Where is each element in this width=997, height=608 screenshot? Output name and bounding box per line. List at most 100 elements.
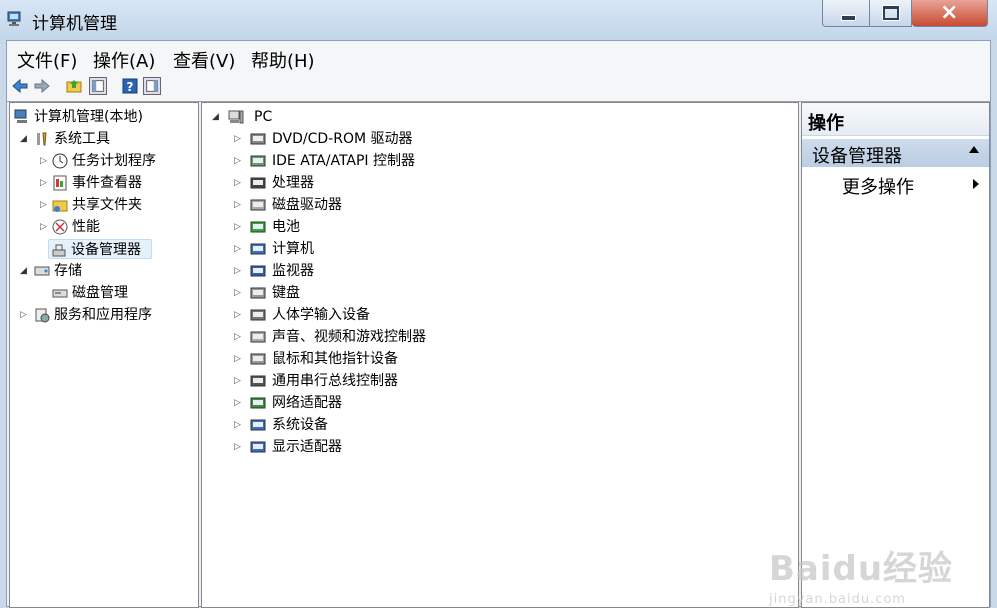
tree-item-device-manager[interactable]: 设备管理器 <box>48 239 152 259</box>
actions-pane: 操作 设备管理器 更多操作 <box>801 102 990 608</box>
expanded-arrow-icon[interactable]: ◢ <box>212 112 222 122</box>
window-title: 计算机管理 <box>32 14 117 34</box>
device-category-row[interactable]: ▷ 网络适配器 <box>226 393 546 413</box>
tree-item-system-tools[interactable]: ◢ 系统工具 <box>12 129 192 149</box>
collapsed-arrow-icon[interactable]: ▷ <box>40 222 50 232</box>
device-category-label: 通用串行总线控制器 <box>272 373 398 389</box>
collapsed-arrow-icon[interactable]: ▷ <box>234 442 244 452</box>
keyboard-icon <box>250 287 266 299</box>
show-hide-tree-icon[interactable] <box>89 77 107 95</box>
menu-view[interactable]: 查看(V) <box>173 47 235 73</box>
back-arrow-icon[interactable] <box>11 77 29 95</box>
collapsed-arrow-icon[interactable]: ▷ <box>234 200 244 210</box>
computer-management-icon <box>14 109 27 123</box>
collapsed-arrow-icon[interactable]: ▷ <box>234 156 244 166</box>
device-category-row[interactable]: ▷ 处理器 <box>226 173 546 193</box>
device-manager-icon <box>52 244 66 257</box>
device-category-row[interactable]: ▷ 计算机 <box>226 239 546 259</box>
minimize-button[interactable] <box>822 0 870 27</box>
device-category-row[interactable]: ▷ 通用串行总线控制器 <box>226 371 546 391</box>
tree-item-performance[interactable]: ▷ 性能 <box>12 217 192 237</box>
console-tree: 计算机管理(本地) ◢ 系统工具 ▷ 任务计划程序 ▷ 事件查看器 ▷ 共享文件… <box>9 102 199 608</box>
collapsed-arrow-icon[interactable]: ▷ <box>234 244 244 254</box>
more-actions-item[interactable]: 更多操作 <box>842 173 914 199</box>
watermark-url: jingyan.baidu.com <box>769 592 906 607</box>
hid-icon <box>250 309 266 321</box>
device-category-row[interactable]: ▷ 鼠标和其他指针设备 <box>226 349 546 369</box>
tree-root[interactable]: 计算机管理(本地) <box>12 107 192 127</box>
up-folder-icon[interactable] <box>65 77 83 95</box>
submenu-arrow-icon[interactable] <box>973 179 979 189</box>
clock-icon <box>52 153 68 169</box>
network-adapter-icon <box>250 397 266 409</box>
collapsed-arrow-icon[interactable]: ▷ <box>234 266 244 276</box>
help-icon[interactable]: ? <box>121 77 139 95</box>
processor-icon <box>250 177 266 189</box>
forward-arrow-icon[interactable] <box>33 77 51 95</box>
battery-icon <box>250 221 266 233</box>
title-bar: 计算机管理 × <box>0 0 997 40</box>
device-root-pc[interactable]: ◢ PC <box>208 107 508 127</box>
collapsed-arrow-icon[interactable]: ▷ <box>234 310 244 320</box>
device-category-label: 键盘 <box>272 285 300 301</box>
collapsed-arrow-icon[interactable]: ▷ <box>40 178 50 188</box>
device-category-row[interactable]: ▷ 键盘 <box>226 283 546 303</box>
services-icon <box>35 308 50 323</box>
tree-item-label: 性能 <box>72 219 100 235</box>
device-category-row[interactable]: ▷ 磁盘驱动器 <box>226 195 546 215</box>
device-category-row[interactable]: ▷ IDE ATA/ATAPI 控制器 <box>226 151 546 171</box>
device-category-label: 计算机 <box>272 241 314 257</box>
actions-header: 操作 <box>802 103 989 136</box>
tree-item-label: 系统工具 <box>54 131 110 147</box>
collapsed-arrow-icon[interactable]: ▷ <box>234 332 244 342</box>
actions-title: 操作 <box>808 113 844 134</box>
collapsed-arrow-icon[interactable]: ▷ <box>234 420 244 430</box>
collapsed-arrow-icon[interactable]: ▷ <box>234 398 244 408</box>
tree-item-label: 共享文件夹 <box>72 197 142 213</box>
event-viewer-icon <box>53 175 67 191</box>
collapse-caret-icon[interactable] <box>969 146 979 153</box>
collapsed-arrow-icon[interactable]: ▷ <box>234 222 244 232</box>
collapsed-arrow-icon[interactable]: ▷ <box>234 288 244 298</box>
tree-item-label: 存储 <box>54 263 82 279</box>
device-category-row[interactable]: ▷ DVD/CD-ROM 驱动器 <box>226 129 546 149</box>
collapsed-arrow-icon[interactable]: ▷ <box>40 156 50 166</box>
device-category-row[interactable]: ▷ 电池 <box>226 217 546 237</box>
device-category-label: 声音、视频和游戏控制器 <box>272 329 426 345</box>
device-category-row[interactable]: ▷ 监视器 <box>226 261 546 281</box>
tree-item-services-apps[interactable]: ▷ 服务和应用程序 <box>12 305 192 325</box>
menu-action[interactable]: 操作(A) <box>93 47 155 73</box>
actions-section-device-manager[interactable]: 设备管理器 <box>802 139 989 167</box>
menu-help[interactable]: 帮助(H) <box>251 47 315 73</box>
close-button[interactable]: × <box>912 0 988 27</box>
maximize-button[interactable] <box>870 0 912 27</box>
collapsed-arrow-icon[interactable]: ▷ <box>234 354 244 364</box>
sound-icon <box>250 331 266 343</box>
monitor-icon <box>250 265 266 277</box>
device-category-label: 鼠标和其他指针设备 <box>272 351 398 367</box>
watermark: Baidu经验 jingyan.baidu.com <box>769 541 953 607</box>
collapsed-arrow-icon[interactable]: ▷ <box>234 134 244 144</box>
collapsed-arrow-icon[interactable]: ▷ <box>234 376 244 386</box>
device-tree: ◢ PC ▷ DVD/CD-ROM 驱动器 ▷ IDE ATA/ATAPI 控制器 ▷ 处… <box>201 102 799 608</box>
device-category-row[interactable]: ▷ 系统设备 <box>226 415 546 435</box>
disk-management-icon <box>52 289 68 298</box>
device-category-label: IDE ATA/ATAPI 控制器 <box>272 153 416 169</box>
tree-item-disk-management[interactable]: 磁盘管理 <box>12 283 192 303</box>
tree-item-storage[interactable]: ◢ 存储 <box>12 261 192 281</box>
show-hide-action-pane-icon[interactable] <box>143 77 161 95</box>
collapsed-arrow-icon[interactable]: ▷ <box>234 178 244 188</box>
device-root-label: PC <box>254 109 273 125</box>
collapsed-arrow-icon[interactable]: ▷ <box>20 310 30 320</box>
collapsed-arrow-icon[interactable]: ▷ <box>40 200 50 210</box>
device-category-row[interactable]: ▷ 人体学输入设备 <box>226 305 546 325</box>
expanded-arrow-icon[interactable]: ◢ <box>20 134 30 144</box>
shared-folder-icon <box>52 200 68 212</box>
tree-item-task-scheduler[interactable]: ▷ 任务计划程序 <box>12 151 192 171</box>
menu-file[interactable]: 文件(F) <box>17 47 77 73</box>
device-category-row[interactable]: ▷ 声音、视频和游戏控制器 <box>226 327 546 347</box>
tree-item-shared-folders[interactable]: ▷ 共享文件夹 <box>12 195 192 215</box>
expanded-arrow-icon[interactable]: ◢ <box>20 266 30 276</box>
device-category-row[interactable]: ▷ 显示适配器 <box>226 437 546 457</box>
tree-item-event-viewer[interactable]: ▷ 事件查看器 <box>12 173 192 193</box>
